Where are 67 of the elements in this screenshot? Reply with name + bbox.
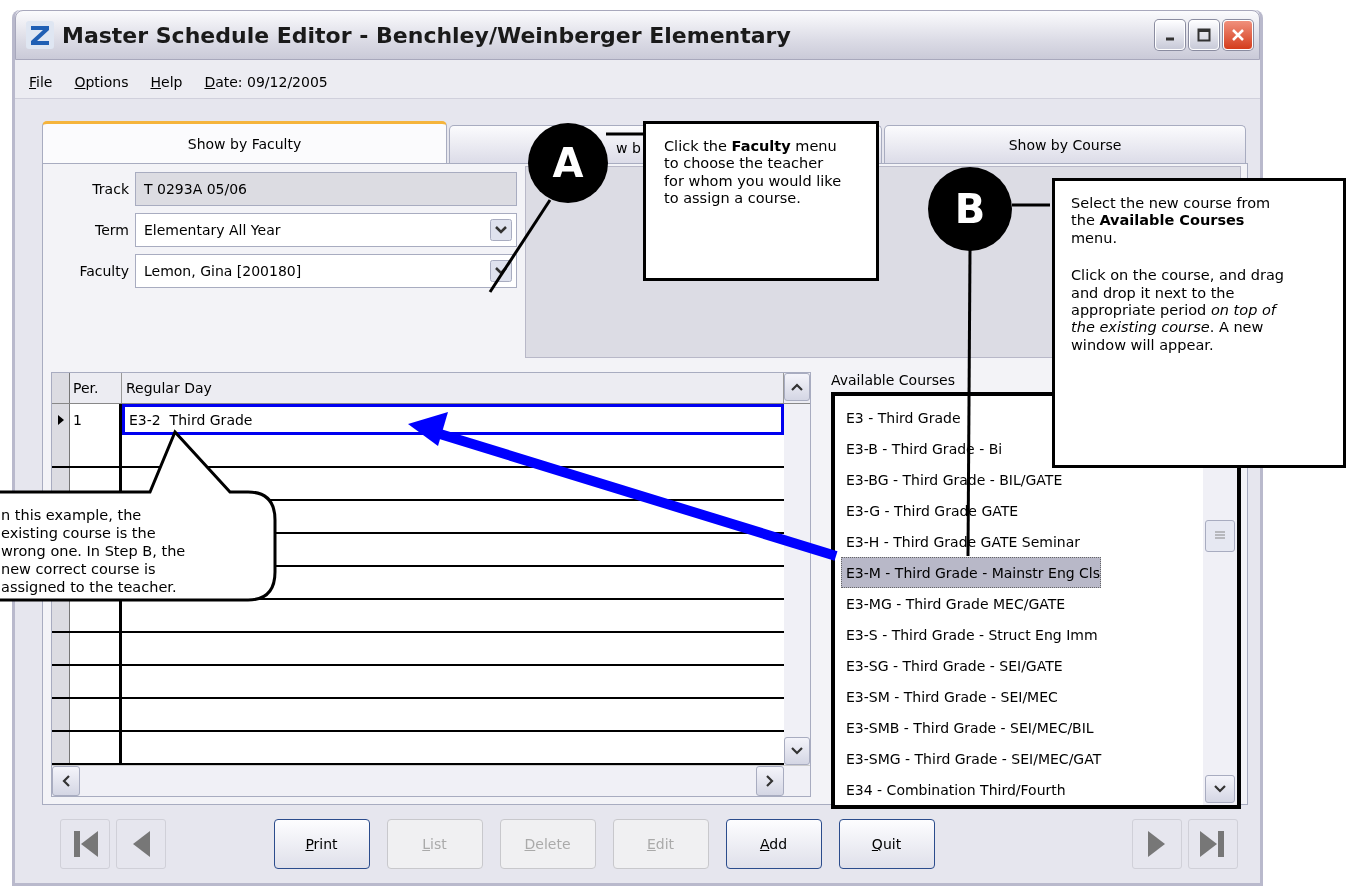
callout-text: Click the Faculty menu to choose the teacher for whom you would like to assign a course. [664,138,843,208]
maximize-button[interactable] [1189,20,1219,50]
leader-line [1012,203,1050,207]
row-header [52,732,70,763]
caret-down-icon [790,746,804,756]
z-logo-icon [26,21,54,49]
close-button[interactable] [1223,20,1253,50]
course-item[interactable]: E3 - Third Grade [841,402,962,433]
dropdown-field[interactable]: Lemon, Gina [200180] [135,254,517,288]
row-header [52,633,70,664]
field-label: Track [91,181,130,197]
course-item[interactable]: E3-SMB - Third Grade - SEI/MEC/BIL [841,712,1095,743]
menu-item[interactable]: Help [150,74,183,90]
minimize-button[interactable] [1155,20,1185,50]
scroll-down-button[interactable] [1205,775,1235,803]
action-button[interactable]: Add [725,819,822,869]
note-text: assigned to the teacher. [1,578,178,596]
note-text: n this example, the [1,506,143,524]
note-text: wrong one. In Step B, the [1,542,186,560]
date-label: Date: 09/12/2005 [204,74,328,90]
scroll-right-button[interactable] [756,766,784,796]
course-item[interactable]: E3-M - Third Grade - Mainstr Eng Cls [841,557,1102,588]
row-header [52,699,70,730]
action-button[interactable]: Quit [838,819,935,869]
tab[interactable]: Show by Course [884,125,1246,163]
maximize-icon [1197,28,1211,42]
table-cell[interactable]: E3-2 Third Grade [122,404,784,435]
caret-left-icon [61,774,71,788]
scroll-up-button[interactable] [784,373,810,401]
scroll-down-button[interactable] [784,737,810,765]
scroll-left-button[interactable] [52,766,80,796]
note-text: existing course is the [1,524,157,542]
row-header [52,600,70,631]
track-field: T 0293A 05/06 [135,172,517,206]
course-item[interactable]: E3-S - Third Grade - Struct Eng Imm [841,619,1099,650]
note-text: new correct course is [1,560,157,578]
close-icon [1231,28,1245,42]
course-item[interactable]: E3-MG - Third Grade MEC/GATE [841,588,1067,619]
course-item[interactable]: E3-SM - Third Grade - SEI/MEC [841,681,1059,712]
caret-down-icon [1213,784,1227,794]
last-record-button[interactable] [1188,819,1238,869]
field-label: Faculty [78,263,130,279]
row-pointer-icon [56,414,65,425]
caret-right-icon [765,774,775,788]
tab[interactable]: Show by Faculty [42,121,447,163]
window-title: Master Schedule Editor - Benchley/Weinberger Elementary [62,22,791,48]
callout-text: Click on the course, and drag and drop it next to the appropriate period on top of the existing course. A new window will appear. [1071,267,1286,355]
column-header: Per. [70,373,122,403]
course-item[interactable]: E34 - Combination Third/Fourth [841,774,1067,805]
minimize-icon [1165,37,1175,41]
field-label: Term [94,222,130,238]
scroll-thumb[interactable] [1205,520,1235,552]
action-button[interactable]: Print [273,819,370,869]
next-button[interactable] [1132,819,1182,869]
course-item[interactable]: E3-SMG - Third Grade - SEI/MEC/GAT [841,743,1103,774]
course-item[interactable]: E3-SG - Third Grade - SEI/GATE [841,650,1064,681]
list-label: Available Courses [831,372,956,390]
menu-item[interactable]: File [29,74,53,90]
dropdown-field[interactable]: Elementary All Year [135,213,517,247]
table-cell: 1 [70,404,122,435]
caret-up-icon [790,382,804,392]
first-record-button[interactable] [60,819,110,869]
callout-text: Select the new course from the Available Courses menu. [1071,195,1272,248]
grip-icon [1214,531,1226,541]
row-header [52,666,70,697]
menu-item[interactable]: Options [74,74,129,90]
previous-button[interactable] [116,819,166,869]
